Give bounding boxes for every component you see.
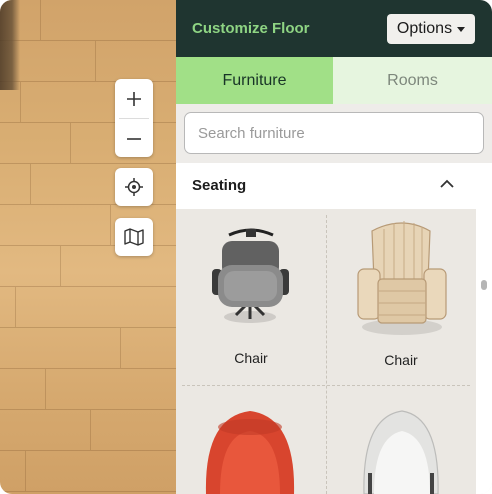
folded-map-icon bbox=[124, 228, 144, 246]
app-window: Customize Floor Options Furniture Rooms … bbox=[0, 0, 492, 494]
chevron-up-icon[interactable] bbox=[438, 175, 456, 193]
item-label: Chair bbox=[384, 352, 418, 368]
floor-plank bbox=[45, 369, 126, 409]
floor-plank bbox=[40, 0, 121, 40]
floor-plank bbox=[30, 164, 111, 204]
panel-tabs: Furniture Rooms bbox=[176, 57, 492, 104]
zoom-out-button[interactable] bbox=[115, 119, 153, 158]
item-label: Chair bbox=[234, 350, 268, 366]
tab-furniture[interactable]: Furniture bbox=[176, 57, 333, 104]
tab-rooms[interactable]: Rooms bbox=[333, 57, 492, 104]
floor-plank bbox=[120, 328, 171, 368]
plus-icon bbox=[127, 91, 141, 106]
floor-plank bbox=[20, 82, 101, 122]
scrollbar-track[interactable] bbox=[476, 163, 492, 494]
adirondack-chair-image bbox=[357, 221, 447, 335]
section-label: Seating bbox=[192, 177, 247, 194]
options-label: Options bbox=[396, 20, 453, 37]
panel-title: Customize Floor bbox=[192, 20, 310, 37]
crosshair-icon bbox=[125, 178, 143, 196]
floor-plank bbox=[15, 287, 96, 327]
floor-plank bbox=[95, 41, 176, 81]
red-chair-image bbox=[205, 411, 295, 494]
customize-panel: Customize Floor Options Furniture Rooms … bbox=[176, 0, 492, 494]
map-view-button[interactable] bbox=[115, 218, 153, 256]
floor-canvas[interactable] bbox=[0, 0, 176, 494]
panel-header: Customize Floor Options bbox=[176, 0, 492, 57]
white-chair-image bbox=[363, 410, 439, 494]
grid-divider bbox=[182, 385, 470, 386]
furniture-grid: Chair Chair bbox=[176, 209, 476, 494]
scrollbar-thumb[interactable] bbox=[481, 280, 487, 290]
seating-section-header[interactable]: Seating bbox=[176, 163, 476, 209]
search-input[interactable] bbox=[184, 112, 484, 154]
furniture-item[interactable]: Chair bbox=[176, 209, 326, 385]
floor-plank bbox=[90, 410, 171, 450]
zoom-in-button[interactable] bbox=[115, 79, 153, 118]
floor-plank bbox=[25, 451, 106, 491]
office-chair-image bbox=[212, 228, 289, 323]
furniture-item[interactable]: Chair bbox=[326, 209, 476, 385]
floor-shadow bbox=[0, 0, 20, 90]
locate-button[interactable] bbox=[115, 168, 153, 206]
caret-down-icon bbox=[457, 27, 466, 32]
furniture-item[interactable] bbox=[176, 387, 326, 494]
minus-icon bbox=[127, 137, 141, 140]
zoom-controls bbox=[115, 79, 153, 157]
options-button[interactable]: Options bbox=[387, 14, 475, 44]
furniture-item[interactable] bbox=[326, 387, 476, 494]
